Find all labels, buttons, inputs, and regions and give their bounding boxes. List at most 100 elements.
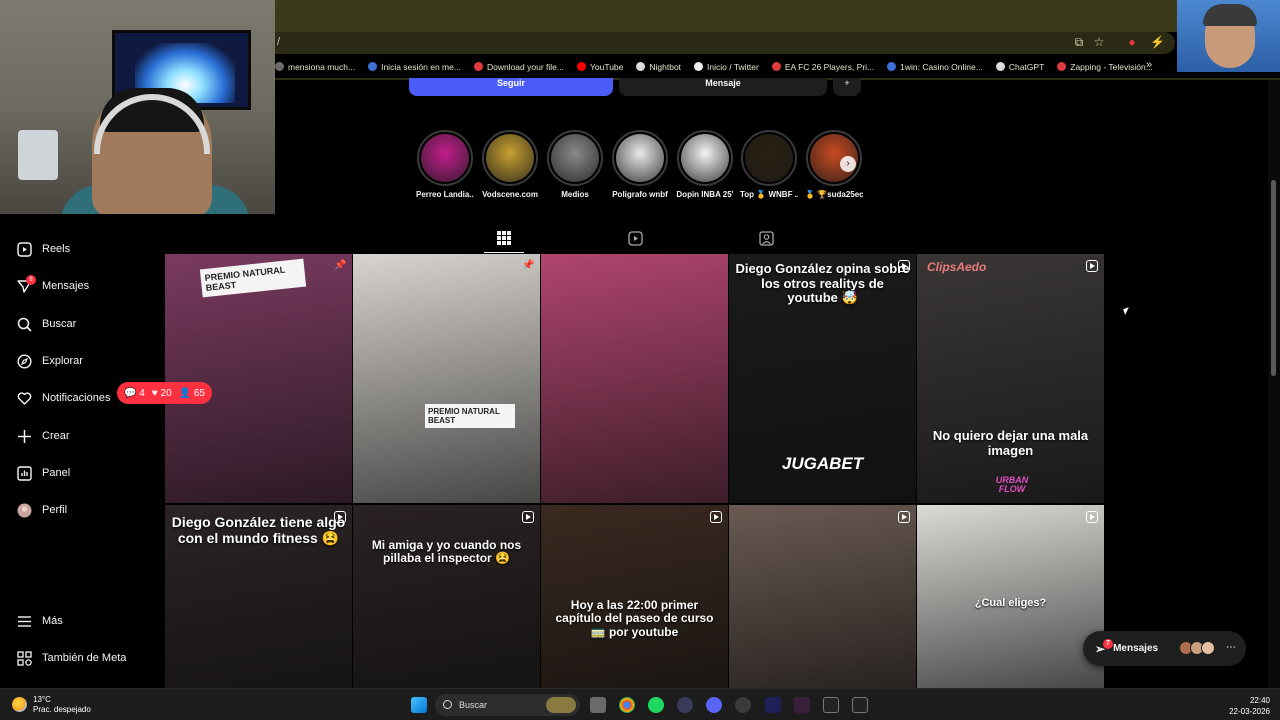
sidebar-item-perfil[interactable]: Perfil [16, 498, 156, 522]
spotify-icon[interactable] [648, 697, 664, 713]
sidebar: Reels 8 Mensajes Buscar Explorar Notificacion… [0, 214, 160, 688]
post-caption: ¿Cual eliges? [974, 597, 1047, 609]
post-tile[interactable]: JUGABET Diego González opina sobre los ot… [729, 254, 916, 503]
sidebar-item-explorar[interactable]: Explorar [16, 349, 156, 373]
app-m2-icon[interactable] [852, 697, 868, 713]
bookmark-item[interactable]: Download your file... [473, 57, 564, 77]
story-highlight[interactable]: Poligrafo wnbf [611, 130, 669, 199]
bookmark-label: EA FC 26 Players, Pri... [784, 62, 875, 72]
sidebar-item-label: Panel [42, 467, 71, 479]
reel-icon [710, 511, 722, 523]
bookmark-label: Download your file... [486, 62, 564, 72]
bookmark-item[interactable]: YouTube [576, 57, 623, 77]
post-tile[interactable]: ¿Cual eliges? [917, 505, 1104, 688]
follow-button[interactable]: Seguir [409, 78, 613, 96]
story-highlight[interactable]: Vodscene.com [481, 130, 539, 199]
post-tile[interactable]: Diego González tiene algo con el mundo f… [165, 505, 352, 688]
post-tile[interactable]: PREMIO NATURAL BEAST 📌 [353, 254, 540, 503]
bookmarks-more-icon[interactable]: » [1146, 59, 1152, 71]
obs-icon[interactable] [735, 697, 751, 713]
bookmark-item[interactable]: Zapping - Televisión... [1057, 57, 1153, 77]
story-highlight[interactable]: Perreo Landia... [416, 130, 474, 199]
install-app-icon[interactable]: ⧉ [1072, 35, 1086, 49]
highlights-next-icon[interactable]: › [840, 156, 856, 172]
post-tile[interactable]: PREMIO NATURAL BEAST 📌 [165, 254, 352, 503]
highlight-label: 🥇 🏆suda25ec [805, 190, 863, 199]
temperature: 13°C [33, 695, 51, 704]
weather-icon[interactable] [12, 697, 27, 712]
notifications-pill[interactable]: 💬 4 ♥ 20 👤 65 [117, 382, 212, 404]
story-highlight[interactable]: Medios [546, 130, 604, 199]
post-tile[interactable] [729, 505, 916, 688]
date: 22-03-2026 [1229, 707, 1270, 716]
bookmark-item[interactable]: 1win: Casino Online... [887, 57, 983, 77]
sidebar-item-mensajes[interactable]: 8 Mensajes [16, 274, 156, 298]
post-tile[interactable]: Hoy a las 22:00 primer capítulo del pase… [541, 505, 728, 688]
reel-icon [334, 511, 346, 523]
premiere-icon[interactable] [765, 697, 781, 713]
task-view-icon[interactable] [590, 697, 606, 713]
bookmark-item[interactable]: EA FC 26 Players, Pri... [771, 57, 875, 77]
messages-pill[interactable]: ➢ 7 Mensajes ⋯ [1083, 631, 1246, 666]
avatar-icon [16, 502, 32, 518]
post-overlay-text: ClipsAedo [927, 260, 987, 274]
reels-tab-icon[interactable] [627, 230, 643, 246]
sidebar-item-tambi-n-de-meta[interactable]: También de Meta [16, 646, 156, 670]
highlight-cover [612, 130, 668, 186]
post-overlay-text: PREMIO NATURAL BEAST [425, 404, 515, 428]
post-overlay-text-2: URBAN FLOW [995, 475, 1029, 494]
bookmark-favicon-icon [576, 62, 586, 71]
post-overlay-text: JUGABET [781, 454, 864, 473]
story-highlight[interactable]: Top 🥇 WNBF ... [740, 130, 798, 199]
sidebar-item-m-s[interactable]: Más [16, 609, 156, 633]
messages-badge: 8 [26, 275, 36, 285]
affinity-icon[interactable] [794, 697, 810, 713]
sidebar-item-label: Crear [42, 430, 70, 442]
mouse-cursor [1123, 307, 1131, 315]
post-tile[interactable]: Mi amiga y yo cuando nos pillaba el insp… [353, 505, 540, 688]
bookmark-star-icon[interactable]: ☆ [1092, 35, 1106, 49]
sidebar-item-label: Explorar [42, 355, 83, 367]
discord-icon[interactable] [706, 697, 722, 713]
suggest-accounts-button[interactable]: + [833, 78, 861, 96]
page-scrollbar[interactable] [1268, 80, 1280, 688]
highlight-cover [547, 130, 603, 186]
post-tile[interactable]: ClipsAedo URBAN FLOW No quiero dejar una m… [917, 254, 1104, 503]
app-icon[interactable] [677, 697, 693, 713]
grid-icon[interactable] [496, 230, 512, 246]
post-overlay-text: PREMIO NATURAL BEAST [199, 258, 307, 298]
story-highlight[interactable]: Dopin INBA 25' [676, 130, 734, 199]
tagged-icon[interactable] [758, 230, 774, 246]
bookmark-item[interactable]: ChatGPT [995, 57, 1044, 77]
more-icon: ⋯ [1226, 642, 1236, 653]
highlight-label: Poligrafo wnbf [612, 190, 668, 199]
extension-icon[interactable]: ● [1125, 35, 1139, 49]
bookmark-item[interactable]: Inicia sesión en me... [368, 57, 461, 77]
pin-icon: 📌 [334, 260, 347, 271]
address-bar[interactable]: / ⧉ ☆ ● ⚡ [275, 32, 1175, 54]
start-icon[interactable] [411, 697, 427, 713]
bookmark-label: Inicia sesión en me... [381, 62, 461, 72]
system-clock[interactable]: 22:40 22-03-2026 [1229, 695, 1270, 717]
bookmark-favicon-icon [694, 62, 704, 71]
plus-icon [16, 428, 32, 444]
post-tile[interactable] [541, 254, 728, 503]
sidebar-item-buscar[interactable]: Buscar [16, 312, 156, 336]
message-button[interactable]: Mensaje [619, 78, 827, 96]
search-icon [16, 316, 32, 332]
bookmark-item[interactable]: Inicio / Twitter [694, 57, 759, 77]
highlight-cover [677, 130, 733, 186]
bookmark-item[interactable]: Nightbot [636, 57, 681, 77]
sidebar-item-reels[interactable]: Reels [16, 237, 156, 261]
highlight-label: Vodscene.com [482, 190, 538, 199]
taskbar-search[interactable]: Buscar [435, 694, 580, 716]
weather-widget[interactable]: 13°C Prac. despejado [33, 695, 91, 715]
chrome-icon[interactable] [619, 697, 635, 713]
bookmark-favicon-icon [771, 62, 781, 71]
bookmark-item[interactable]: mensiona much... [275, 57, 355, 77]
app-m-icon[interactable] [823, 697, 839, 713]
sidebar-item-crear[interactable]: Crear [16, 424, 156, 448]
highlight-cover [417, 130, 473, 186]
sidebar-item-panel[interactable]: Panel [16, 461, 156, 485]
extension-2-icon[interactable]: ⚡ [1150, 35, 1165, 49]
